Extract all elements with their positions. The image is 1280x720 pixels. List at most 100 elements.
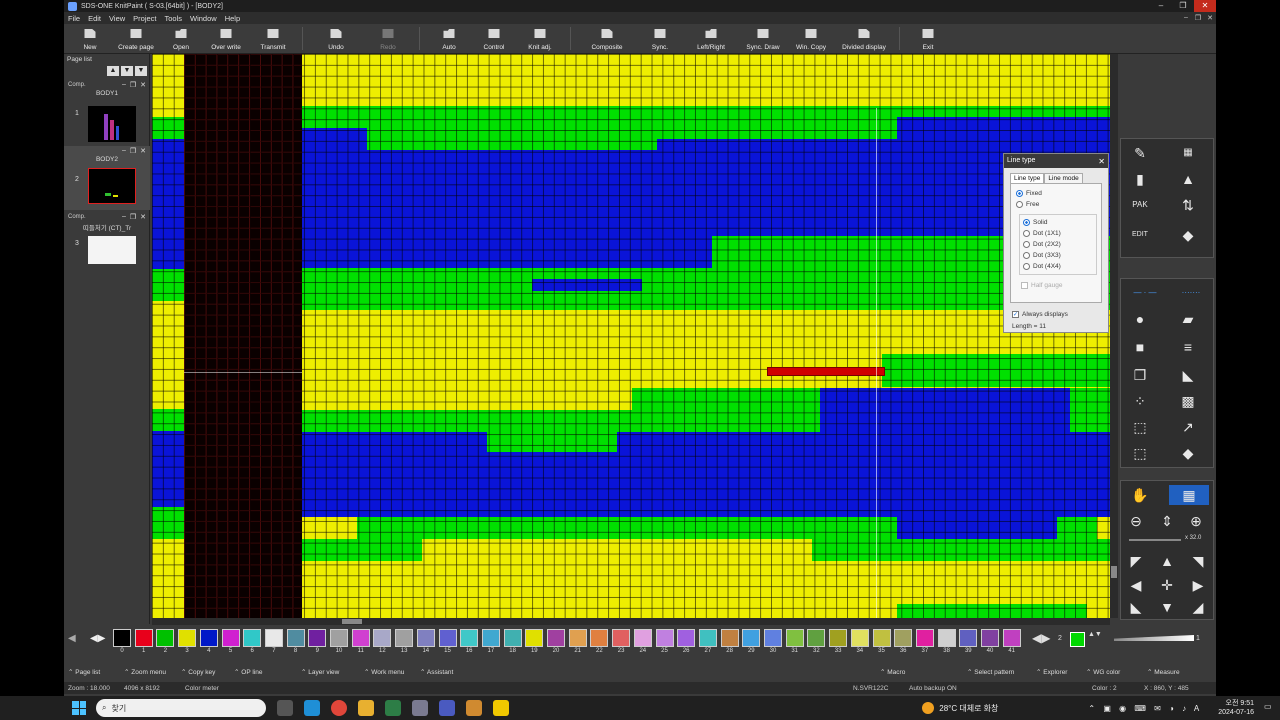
bottom-tab-assistant[interactable]: ⌃ Assistant — [420, 668, 453, 676]
toolbar-new-button[interactable]: New — [68, 24, 112, 54]
radio-dot-3x3[interactable]: Dot (3X3) — [1023, 250, 1093, 261]
scroll-upright-icon[interactable]: ◥ — [1187, 551, 1209, 571]
knit-pattern-canvas[interactable] — [152, 54, 1110, 618]
page-menu-button[interactable]: ▼ — [135, 66, 147, 76]
color-swatch-23[interactable] — [612, 629, 631, 647]
page-min-icon[interactable]: – — [122, 81, 126, 89]
line-dotted-icon[interactable]: ······· — [1169, 283, 1213, 303]
notification-icon[interactable]: ▭ — [1264, 702, 1274, 714]
zoom-in-icon[interactable]: ⊕ — [1185, 511, 1207, 531]
bottom-tab-measure[interactable]: ⌃ Measure — [1147, 668, 1180, 676]
bottom-tab-macro[interactable]: ⌃ Macro — [880, 668, 905, 676]
page-restore-icon[interactable]: ❐ — [130, 213, 136, 221]
kakaotalk-icon[interactable] — [493, 700, 509, 716]
color-swatch-24[interactable] — [633, 629, 652, 647]
color-swatch-1[interactable] — [134, 629, 153, 647]
scroll-down-icon[interactable]: ▼ — [1156, 597, 1178, 617]
color-swatch-32[interactable] — [807, 629, 826, 647]
color-swatch-7[interactable] — [264, 629, 283, 647]
scroll-right-icon[interactable]: ▶ — [1187, 575, 1209, 595]
page-restore-icon[interactable]: ❐ — [130, 147, 136, 155]
pattern-tool-icon[interactable]: ▩ — [1177, 391, 1199, 411]
select-arrow-icon[interactable]: ↗ — [1177, 417, 1199, 437]
pen-tool-icon[interactable]: ✎ — [1129, 143, 1151, 163]
toolbar-win-copy-button[interactable]: Win. Copy — [787, 24, 835, 54]
tab-line-mode[interactable]: Line mode — [1044, 173, 1083, 183]
stamp-tool-icon[interactable]: ▲ — [1177, 169, 1199, 189]
palette-next-icon[interactable]: ◀▶ — [90, 633, 105, 644]
edge-browser-icon[interactable] — [304, 700, 320, 716]
maximize-button[interactable]: ❐ — [1172, 0, 1194, 12]
color-swatch-21[interactable] — [568, 629, 587, 647]
scroll-downleft-icon[interactable]: ◣ — [1125, 597, 1147, 617]
circle-tool-icon[interactable]: ● — [1129, 309, 1151, 329]
toolbar-redo-button[interactable]: Redo — [363, 24, 413, 54]
color-swatch-15[interactable] — [438, 629, 457, 647]
toolbar-exit-button[interactable]: Exit — [906, 24, 950, 54]
palette-scroll-icon[interactable]: ◀▶ — [1032, 631, 1050, 645]
scroll-left-icon[interactable]: ◀ — [1125, 575, 1147, 595]
scroll-downright-icon[interactable]: ◢ — [1187, 597, 1209, 617]
page-item-3[interactable]: Comp. – ❐ ✕ 띠들처기 (CT)_Tr 3 — [64, 212, 150, 276]
toolbar-sync-button[interactable]: Sync. — [637, 24, 683, 54]
toolbar-open-button[interactable]: Open — [160, 24, 202, 54]
page-min-icon[interactable]: – — [122, 147, 126, 155]
bottom-tab-copy-key[interactable]: ⌃ Copy key — [181, 668, 215, 676]
color-swatch-41[interactable] — [1002, 629, 1021, 647]
color-swatch-37[interactable] — [915, 629, 934, 647]
copy-tool-icon[interactable]: ❐ — [1129, 365, 1151, 385]
color-swatch-2[interactable] — [156, 629, 175, 647]
menu-project[interactable]: Project — [133, 14, 156, 23]
number-grid-icon[interactable]: ▦ — [1177, 143, 1199, 163]
color-swatch-25[interactable] — [655, 629, 674, 647]
tab-line-type[interactable]: Line type — [1010, 173, 1045, 183]
app-icon-green[interactable] — [385, 700, 401, 716]
rect-tool-icon[interactable]: ▰ — [1177, 309, 1199, 329]
color-swatch-6[interactable] — [243, 629, 262, 647]
color-swatch-3[interactable] — [178, 629, 197, 647]
horizontal-scrollbar[interactable] — [152, 618, 1110, 625]
doc-minimize-button[interactable]: – — [1180, 14, 1192, 22]
windows-start-icon[interactable] — [72, 701, 86, 715]
color-swatch-22[interactable] — [590, 629, 609, 647]
color-swatch-14[interactable] — [416, 629, 435, 647]
doc-restore-button[interactable]: ❐ — [1192, 14, 1204, 22]
bottom-tab-page-list[interactable]: ⌃ Page list — [68, 668, 100, 676]
bars-tool-icon[interactable]: ▮ — [1129, 169, 1151, 189]
color-swatch-36[interactable] — [894, 629, 913, 647]
file-explorer-icon[interactable] — [358, 700, 374, 716]
edit-tool-icon[interactable]: EDIT — [1129, 225, 1151, 245]
color-swatch-33[interactable] — [829, 629, 848, 647]
bottom-tab-select-pattern[interactable]: ⌃ Select pattern — [967, 668, 1014, 676]
color-swatch-19[interactable] — [525, 629, 544, 647]
layers-tool-icon[interactable]: ≡ — [1177, 337, 1199, 357]
eraser-tool-icon[interactable]: ◆ — [1177, 443, 1199, 463]
menu-tools[interactable]: Tools — [165, 14, 183, 23]
vertical-scrollbar[interactable] — [1110, 54, 1118, 618]
color-swatch-13[interactable] — [395, 629, 414, 647]
task-view-icon[interactable] — [277, 700, 293, 716]
toolbar-control-button[interactable]: Control — [472, 24, 516, 54]
toolbar-composite-button[interactable]: Composite — [577, 24, 637, 54]
toolbar-undo-button[interactable]: Undo — [309, 24, 363, 54]
toolbar-sync-draw-button[interactable]: Sync. Draw — [739, 24, 787, 54]
zoom-slider[interactable] — [1129, 539, 1181, 541]
page-close-icon[interactable]: ✕ — [140, 81, 146, 89]
menu-help[interactable]: Help — [225, 14, 240, 23]
page-close-icon[interactable]: ✕ — [140, 213, 146, 221]
chrome-browser-icon[interactable] — [331, 700, 347, 716]
minimize-button[interactable]: – — [1150, 0, 1172, 12]
close-button[interactable]: ✕ — [1194, 0, 1216, 12]
menu-file[interactable]: File — [68, 14, 80, 23]
dots-tool-icon[interactable]: ⁘ — [1129, 391, 1151, 411]
scroll-upleft-icon[interactable]: ◤ — [1125, 551, 1147, 571]
grid-view-icon[interactable]: ▦ — [1169, 485, 1209, 505]
bottom-tab-op-line[interactable]: ⌃ OP line — [234, 668, 262, 676]
color-swatch-40[interactable] — [981, 629, 999, 647]
app-icon-orange[interactable] — [466, 700, 482, 716]
palette-prev-icon[interactable]: ◀ — [68, 633, 76, 644]
color-swatch-10[interactable] — [330, 629, 348, 647]
pak-tool-icon[interactable]: PAK — [1129, 195, 1151, 215]
scroll-up-icon[interactable]: ▲ — [1156, 551, 1178, 571]
color-swatch-8[interactable] — [286, 629, 305, 647]
